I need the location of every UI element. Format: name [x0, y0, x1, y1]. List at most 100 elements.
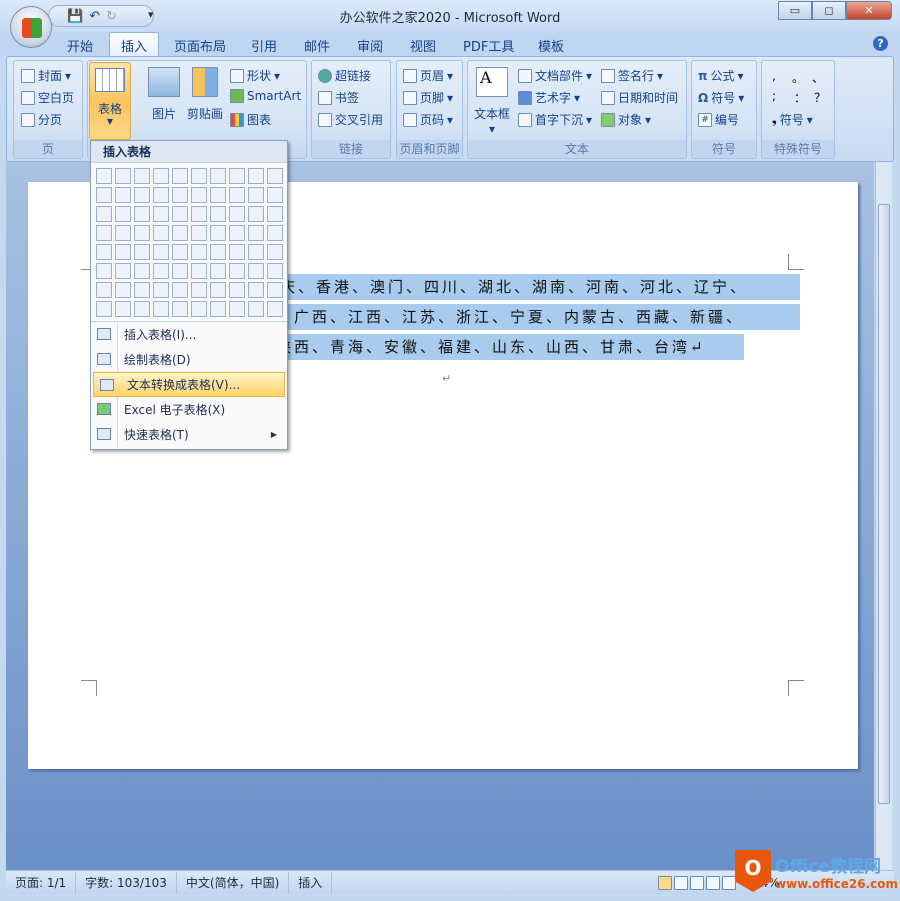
grid-cell[interactable]	[267, 168, 283, 184]
office-button[interactable]	[10, 6, 52, 48]
grid-cell[interactable]	[134, 187, 150, 203]
grid-cell[interactable]	[267, 301, 283, 317]
equation-button[interactable]: π 公式 ▾	[698, 67, 744, 84]
drop-cap-button[interactable]: 首字下沉 ▾	[518, 111, 592, 128]
grid-cell[interactable]	[172, 282, 188, 298]
header-button[interactable]: 页眉 ▾	[403, 67, 453, 84]
grid-cell[interactable]	[267, 225, 283, 241]
grid-cell[interactable]	[229, 244, 245, 260]
tab-page-layout[interactable]: 页面布局	[174, 36, 226, 55]
quick-parts-button[interactable]: 文档部件 ▾	[518, 67, 592, 84]
grid-cell[interactable]	[134, 263, 150, 279]
grid-cell[interactable]	[210, 282, 226, 298]
textbox-button[interactable]: A 文本框 ▾	[470, 67, 514, 136]
tab-templates[interactable]: 模板	[538, 36, 564, 55]
hyperlink-button[interactable]: 超链接	[318, 67, 371, 84]
grid-cell[interactable]	[229, 168, 245, 184]
picture-button[interactable]: 图片	[144, 67, 184, 122]
menu-item-convert-text-to-table[interactable]: 文本转换成表格(V)...	[93, 372, 285, 397]
grid-cell[interactable]	[210, 263, 226, 279]
symbol-question[interactable]: ？	[814, 89, 826, 106]
menu-item-insert-table[interactable]: 插入表格(I)...	[91, 322, 287, 347]
grid-cell[interactable]	[172, 168, 188, 184]
smartart-button[interactable]: SmartArt	[230, 89, 301, 103]
grid-cell[interactable]	[172, 301, 188, 317]
numbering-button[interactable]: # 编号	[698, 111, 739, 128]
grid-cell[interactable]	[172, 244, 188, 260]
blank-page-button[interactable]: 空白页	[21, 89, 74, 106]
grid-cell[interactable]	[229, 187, 245, 203]
grid-cell[interactable]	[134, 301, 150, 317]
save-icon[interactable]: 💾	[67, 9, 83, 24]
grid-cell[interactable]	[153, 263, 169, 279]
grid-cell[interactable]	[229, 206, 245, 222]
status-insert-mode[interactable]: 插入	[289, 871, 333, 894]
grid-cell[interactable]	[96, 301, 112, 317]
object-button[interactable]: 对象 ▾	[601, 111, 651, 128]
grid-cell[interactable]	[172, 187, 188, 203]
grid-cell[interactable]	[248, 282, 264, 298]
grid-cell[interactable]	[134, 225, 150, 241]
grid-cell[interactable]	[191, 244, 207, 260]
status-page[interactable]: 页面: 1/1	[6, 871, 77, 894]
draft-view-icon[interactable]	[722, 875, 736, 890]
symbol-comma[interactable]: ,	[772, 69, 776, 83]
selected-text-line[interactable]: 陕西、青海、安徽、福建、山东、山西、甘肃、台湾↵	[276, 334, 744, 360]
symbol-period[interactable]: 。	[792, 69, 804, 86]
full-screen-reading-icon[interactable]	[674, 875, 688, 890]
undo-icon[interactable]: ↶	[89, 9, 100, 24]
grid-cell[interactable]	[229, 225, 245, 241]
grid-cell[interactable]	[248, 244, 264, 260]
menu-item-draw-table[interactable]: 绘制表格(D)	[91, 347, 287, 372]
grid-cell[interactable]	[191, 282, 207, 298]
clipart-button[interactable]: 剪贴画	[184, 67, 226, 122]
shapes-button[interactable]: 形状 ▾	[230, 67, 280, 84]
bookmark-button[interactable]: 书签	[318, 89, 359, 106]
tab-review[interactable]: 审阅	[357, 36, 383, 55]
tab-home[interactable]: 开始	[67, 36, 93, 55]
date-time-button[interactable]: 日期和时间	[601, 89, 678, 106]
grid-cell[interactable]	[96, 282, 112, 298]
grid-cell[interactable]	[191, 168, 207, 184]
redo-icon[interactable]: ↻	[106, 9, 117, 24]
help-icon[interactable]: ?	[873, 36, 888, 51]
grid-cell[interactable]	[134, 168, 150, 184]
cover-page-button[interactable]: 封面 ▾	[21, 67, 71, 84]
grid-cell[interactable]	[115, 282, 131, 298]
web-layout-icon[interactable]	[690, 875, 704, 890]
chart-button[interactable]: 图表	[230, 111, 271, 128]
signature-line-button[interactable]: 签名行 ▾	[601, 67, 663, 84]
print-layout-view-icon[interactable]	[658, 875, 672, 890]
restore-button[interactable]: ◻	[812, 1, 846, 20]
grid-cell[interactable]	[96, 244, 112, 260]
scrollbar-thumb[interactable]	[878, 204, 890, 804]
table-button[interactable]: 表格 ▼	[89, 62, 131, 140]
grid-cell[interactable]	[267, 282, 283, 298]
symbol-button[interactable]: Ω 符号 ▾	[698, 89, 744, 106]
grid-cell[interactable]	[210, 168, 226, 184]
grid-cell[interactable]	[96, 263, 112, 279]
grid-cell[interactable]	[267, 244, 283, 260]
grid-cell[interactable]	[96, 187, 112, 203]
symbol-enum-comma[interactable]: 、	[812, 69, 824, 86]
grid-cell[interactable]	[248, 263, 264, 279]
grid-cell[interactable]	[267, 187, 283, 203]
grid-cell[interactable]	[153, 225, 169, 241]
grid-cell[interactable]	[134, 282, 150, 298]
tab-view[interactable]: 视图	[410, 36, 436, 55]
symbol-colon[interactable]: ：	[794, 89, 806, 106]
grid-cell[interactable]	[134, 244, 150, 260]
page-break-button[interactable]: 分页	[21, 111, 62, 128]
status-word-count[interactable]: 字数: 103/103	[76, 871, 177, 894]
minimize-button[interactable]: ▭	[778, 1, 812, 20]
grid-cell[interactable]	[115, 206, 131, 222]
grid-cell[interactable]	[153, 282, 169, 298]
grid-cell[interactable]	[210, 206, 226, 222]
grid-cell[interactable]	[229, 263, 245, 279]
symbol-semicolon[interactable]: ;	[772, 89, 776, 103]
grid-cell[interactable]	[248, 168, 264, 184]
grid-cell[interactable]	[115, 263, 131, 279]
special-symbol-button[interactable]: ❟ 符号 ▾	[772, 111, 813, 128]
grid-cell[interactable]	[210, 225, 226, 241]
grid-cell[interactable]	[229, 282, 245, 298]
